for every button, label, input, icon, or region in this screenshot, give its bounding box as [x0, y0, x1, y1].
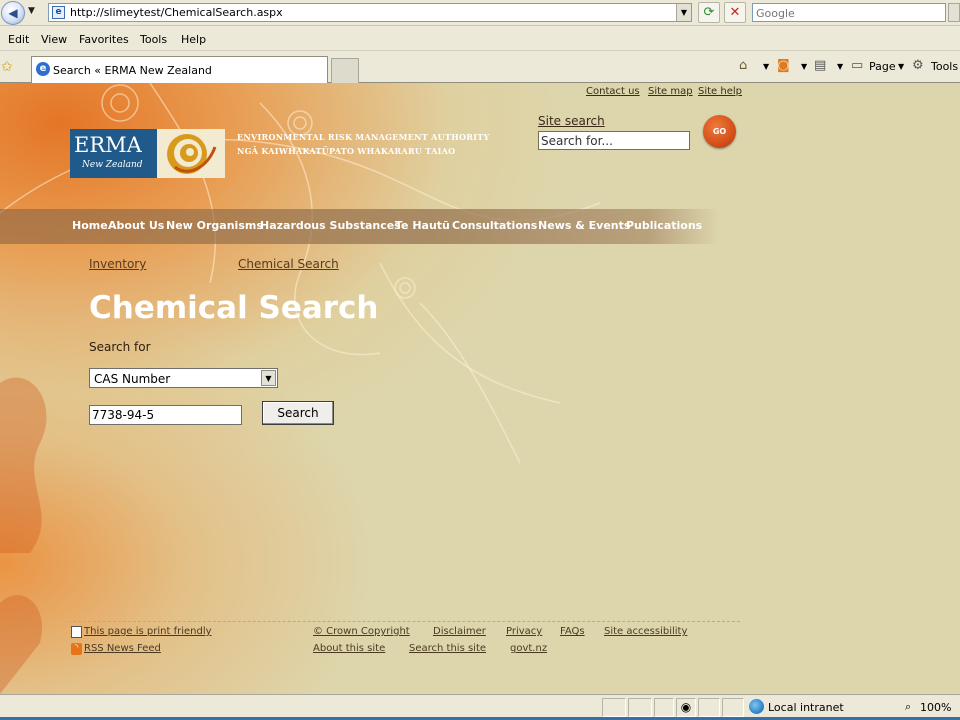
- cas-number-field[interactable]: [89, 405, 242, 425]
- nav-te-hautu[interactable]: Te Hautū: [395, 219, 450, 232]
- stop-button[interactable]: ✕: [724, 2, 746, 23]
- about-this-site-link[interactable]: About this site: [313, 643, 385, 654]
- status-panel: [654, 698, 674, 717]
- site-search-field[interactable]: [538, 131, 690, 150]
- rss-feed-link[interactable]: RSS News Feed: [84, 643, 161, 654]
- organisation-name: ENVIRONMENTAL RISK MANAGEMENT AUTHORITY …: [237, 130, 490, 158]
- status-panel: [722, 698, 744, 717]
- back-button[interactable]: ◀: [1, 1, 25, 25]
- logo-word: ERMA: [74, 133, 142, 157]
- page-title: Chemical Search: [89, 290, 379, 326]
- print-page-icon: [71, 626, 82, 638]
- search-button[interactable]: Search: [262, 401, 334, 425]
- nav-publications[interactable]: Publications: [626, 219, 702, 232]
- ie-icon: e: [36, 62, 50, 76]
- security-zone[interactable]: Local intranet: [749, 698, 899, 717]
- nav-about-us[interactable]: About Us: [108, 219, 164, 232]
- globe-icon: [749, 699, 764, 714]
- site-help-link[interactable]: Site help: [698, 86, 742, 97]
- browser-search-input[interactable]: [756, 5, 936, 21]
- zone-label: Local intranet: [768, 701, 844, 714]
- site-search-input[interactable]: [539, 132, 685, 149]
- cas-number-input[interactable]: [90, 406, 238, 424]
- faqs-link[interactable]: FAQs: [560, 626, 585, 637]
- history-dropdown-icon[interactable]: ▼: [28, 6, 35, 16]
- tab-active[interactable]: e Search « ERMA New Zealand: [31, 56, 328, 83]
- nav-hazardous-substances[interactable]: Hazardous Substances: [260, 219, 401, 232]
- menu-edit[interactable]: Edit: [8, 33, 29, 46]
- erma-logo[interactable]: ERMA New Zealand: [70, 129, 225, 178]
- search-type-select[interactable]: CAS Number ▼: [89, 368, 278, 388]
- zoom-icon: ⌕: [905, 700, 912, 713]
- url-text[interactable]: http://slimeytest/ChemicalSearch.aspx: [70, 6, 283, 19]
- breadcrumb-inventory[interactable]: Inventory: [89, 257, 146, 271]
- koru-emblem-icon: [167, 134, 217, 174]
- govt-nz-link[interactable]: govt.nz: [510, 643, 547, 654]
- contact-us-link[interactable]: Contact us: [586, 86, 640, 97]
- site-accessibility-link[interactable]: Site accessibility: [604, 626, 687, 637]
- page-menu[interactable]: Page: [869, 60, 896, 73]
- privacy-link[interactable]: Privacy: [506, 626, 542, 637]
- disclaimer-link[interactable]: Disclaimer: [433, 626, 486, 637]
- menu-bar: Edit View Favorites Tools Help: [0, 29, 960, 51]
- favorites-star-icon[interactable]: ✩: [1, 59, 13, 75]
- menu-help[interactable]: Help: [181, 33, 206, 46]
- back-arrow-icon: ◀: [8, 6, 18, 20]
- address-bar[interactable]: e http://slimeytest/ChemicalSearch.aspx …: [48, 3, 692, 22]
- stop-icon: ✕: [729, 5, 741, 20]
- feeds-dropdown-icon[interactable]: ▼: [801, 62, 807, 71]
- logo-emblem: [157, 129, 225, 178]
- tools-menu[interactable]: Tools: [931, 60, 958, 73]
- address-dropdown-icon[interactable]: ▼: [676, 4, 691, 21]
- menu-favorites[interactable]: Favorites: [79, 33, 129, 46]
- chevron-down-icon[interactable]: ▼: [261, 370, 276, 386]
- tab-bar: ✩ e Search « ERMA New Zealand ⌂ ▼ ◙ ▼ ▤ …: [0, 53, 960, 83]
- status-panel: [698, 698, 720, 717]
- home-icon[interactable]: ⌂: [739, 58, 747, 73]
- breadcrumb-chemical-search[interactable]: Chemical Search: [238, 257, 339, 271]
- search-type-selected: CAS Number: [94, 372, 171, 386]
- site-search-go-button[interactable]: GO: [703, 115, 736, 148]
- logo-wordmark: ERMA New Zealand: [70, 129, 157, 178]
- nav-news-events[interactable]: News & Events: [538, 219, 630, 232]
- print-icon[interactable]: ▤: [814, 58, 826, 73]
- menu-view[interactable]: View: [41, 33, 67, 46]
- refresh-icon: ⟳: [703, 5, 715, 20]
- gear-icon: ⚙: [912, 58, 924, 73]
- status-panel: [602, 698, 626, 717]
- page-dropdown-icon[interactable]: ▼: [898, 62, 904, 71]
- print-dropdown-icon[interactable]: ▼: [837, 62, 843, 71]
- refresh-button[interactable]: ⟳: [698, 2, 720, 23]
- feeds-icon[interactable]: ◙: [777, 58, 790, 73]
- org-name-english: ENVIRONMENTAL RISK MANAGEMENT AUTHORITY: [237, 132, 490, 142]
- rss-icon: ◝: [71, 643, 82, 655]
- privacy-eye-icon[interactable]: ◉: [676, 698, 696, 717]
- footer-divider: [68, 621, 740, 622]
- search-this-site-link[interactable]: Search this site: [409, 643, 486, 654]
- page-icon: e: [52, 6, 65, 19]
- main-navigation: Home About Us New Organisms Hazardous Su…: [0, 209, 720, 244]
- print-friendly-link[interactable]: This page is print friendly: [84, 626, 212, 637]
- nav-consultations[interactable]: Consultations: [452, 219, 537, 232]
- tab-title: Search « ERMA New Zealand: [53, 64, 212, 77]
- nav-new-organisms[interactable]: New Organisms: [166, 219, 263, 232]
- page-menu-icon: ▭: [851, 58, 864, 73]
- zoom-level[interactable]: 100%: [920, 701, 951, 714]
- browser-search-button[interactable]: [948, 3, 960, 22]
- home-dropdown-icon[interactable]: ▼: [763, 62, 769, 71]
- web-page: Contact us Site map Site help ERMA New Z…: [0, 83, 960, 694]
- org-name-maori: NGĀ KAIWHAKATŪPATO WHAKARARU TAIAO: [237, 146, 456, 156]
- logo-subtitle: New Zealand: [82, 160, 143, 170]
- site-search-label[interactable]: Site search: [538, 114, 605, 128]
- new-tab-button[interactable]: [331, 58, 359, 83]
- site-map-link[interactable]: Site map: [648, 86, 693, 97]
- search-for-label: Search for: [89, 340, 151, 354]
- nav-home[interactable]: Home: [72, 219, 108, 232]
- crown-copyright-link[interactable]: © Crown Copyright: [313, 626, 410, 637]
- browser-search-box[interactable]: [752, 3, 946, 22]
- menu-tools[interactable]: Tools: [140, 33, 167, 46]
- status-panel: [628, 698, 652, 717]
- address-toolbar: ◀ ▼ e http://slimeytest/ChemicalSearch.a…: [0, 0, 960, 26]
